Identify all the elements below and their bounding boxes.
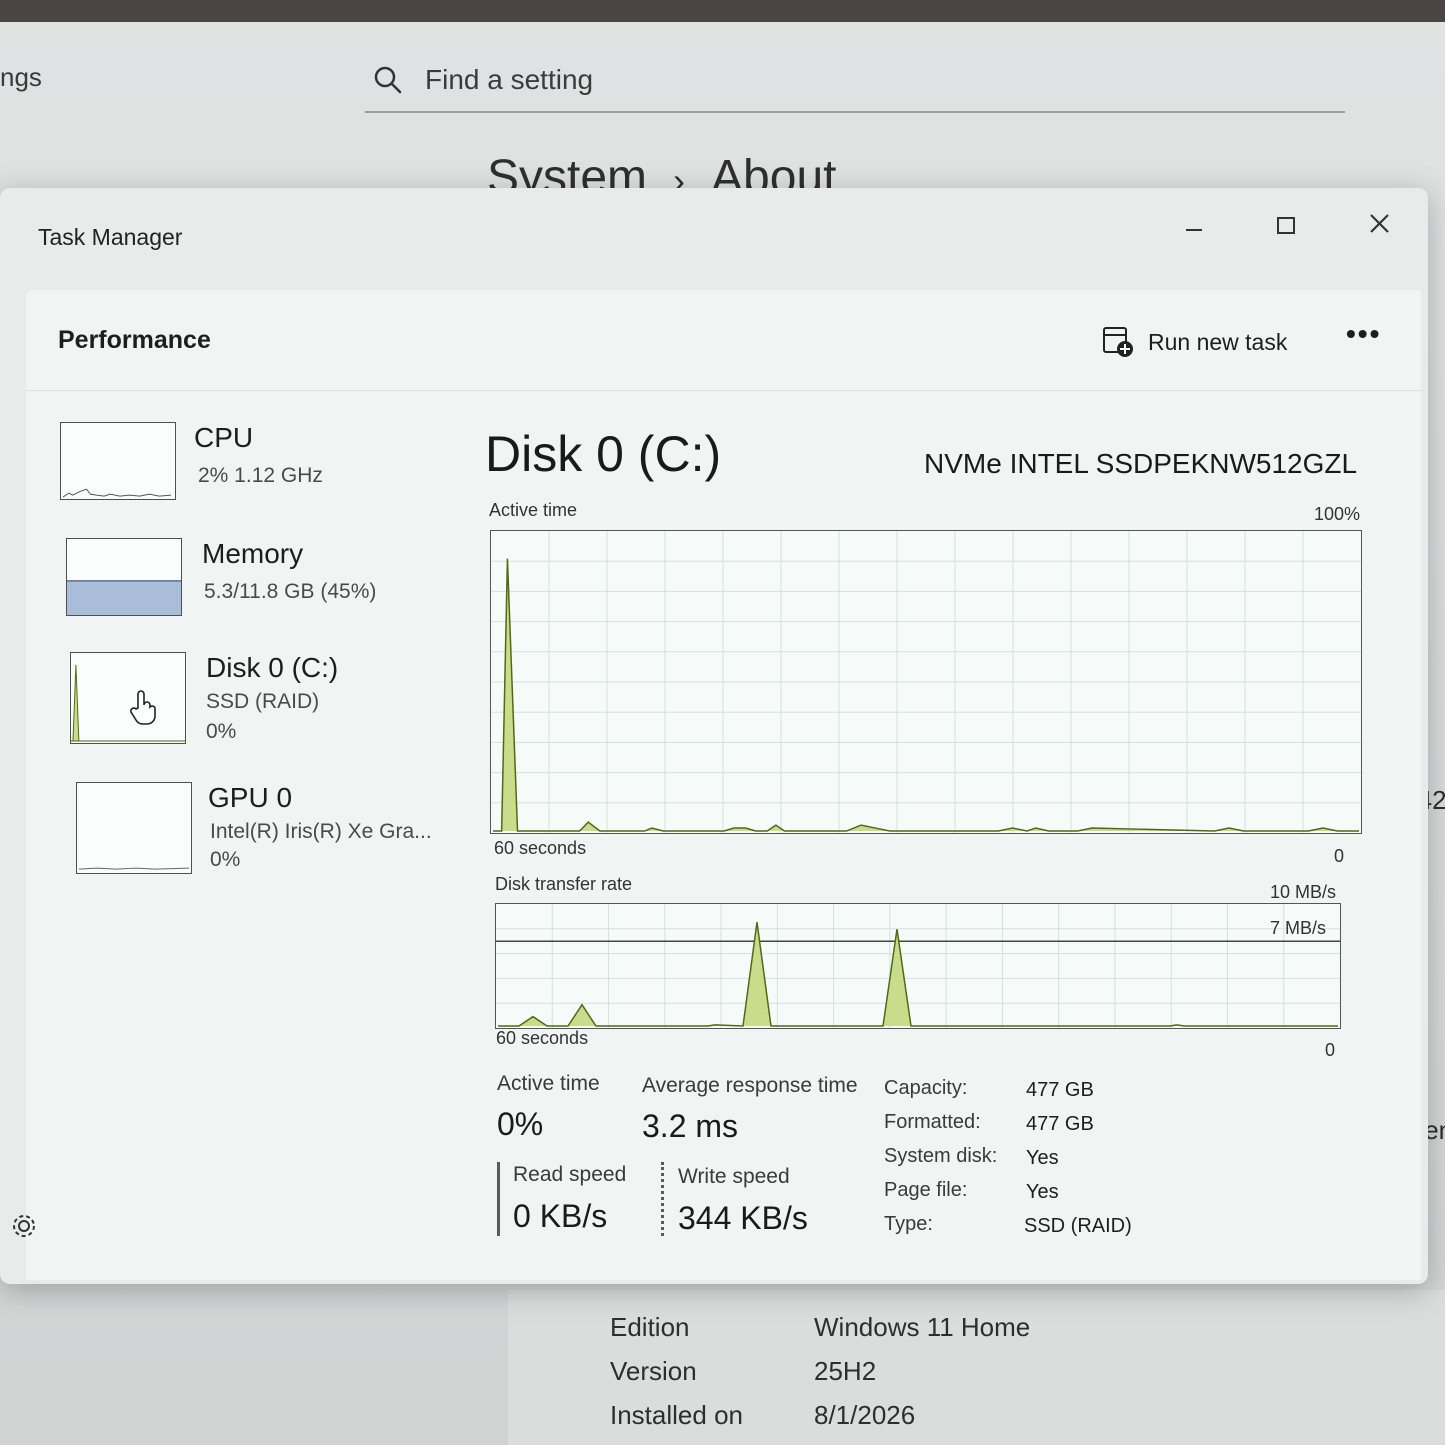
device-stat: 5.3/11.8 GB (45%) bbox=[204, 580, 377, 603]
cpu-thumbnail-graph bbox=[60, 422, 176, 500]
spec-value: Windows 11 Home bbox=[814, 1312, 1031, 1342]
capacity-label: Capacity: bbox=[884, 1077, 968, 1099]
windows-spec-table: Edition Windows 11 Home Version 25H2 Ins… bbox=[508, 1290, 1445, 1445]
page-file-value: Yes bbox=[1026, 1181, 1059, 1203]
more-options-button[interactable]: ••• bbox=[1346, 318, 1381, 350]
active-time-label: Active time bbox=[497, 1072, 600, 1095]
read-speed-indicator bbox=[497, 1162, 500, 1236]
header-divider bbox=[26, 390, 1421, 391]
read-speed-value: 0 KB/s bbox=[513, 1198, 608, 1234]
active-time-graph-duration: 60 seconds bbox=[494, 838, 587, 858]
minimize-icon[interactable] bbox=[1172, 202, 1216, 246]
search-icon bbox=[374, 66, 402, 94]
device-item-disk0[interactable]: Disk 0 (C:) SSD (RAID) 0% bbox=[70, 652, 470, 762]
gpu-thumbnail-graph bbox=[76, 782, 192, 874]
spec-label: Installed on bbox=[610, 1400, 743, 1430]
spec-row-edition: Edition Windows 11 Home bbox=[610, 1312, 1030, 1343]
avg-response-value: 3.2 ms bbox=[642, 1108, 739, 1144]
device-type: Intel(R) Iris(R) Xe Gra... bbox=[210, 820, 432, 843]
run-task-label: Run new task bbox=[1148, 328, 1288, 355]
spec-row-installed: Installed on 8/1/2026 bbox=[610, 1400, 915, 1431]
device-item-cpu[interactable]: CPU 2% 1.12 GHz bbox=[60, 422, 460, 532]
spec-label: Version bbox=[610, 1356, 697, 1386]
transfer-graph-label: Disk transfer rate bbox=[495, 874, 633, 894]
run-task-icon bbox=[1103, 327, 1133, 357]
search-input[interactable] bbox=[425, 61, 1305, 99]
formatted-value: 477 GB bbox=[1026, 1113, 1094, 1135]
device-type: SSD (RAID) bbox=[206, 690, 320, 713]
active-time-graph bbox=[490, 530, 1362, 834]
type-value: SSD (RAID) bbox=[1024, 1215, 1132, 1237]
transfer-graph-duration: 60 seconds bbox=[496, 1028, 589, 1048]
page-file-label: Page file: bbox=[884, 1179, 968, 1201]
system-disk-label: System disk: bbox=[884, 1145, 998, 1167]
transfer-rate-graph bbox=[495, 903, 1341, 1029]
device-item-gpu0[interactable]: GPU 0 Intel(R) Iris(R) Xe Gra... 0% bbox=[76, 782, 476, 892]
write-speed-indicator bbox=[661, 1162, 664, 1236]
window-title: Task Manager bbox=[38, 224, 183, 250]
read-speed-label: Read speed bbox=[513, 1163, 627, 1186]
disk-model: NVMe INTEL SSDPEKNW512GZL bbox=[924, 448, 1358, 479]
hand-cursor-icon bbox=[130, 690, 156, 725]
device-name: Disk 0 (C:) bbox=[206, 652, 339, 683]
disk-title: Disk 0 (C:) bbox=[485, 426, 722, 482]
series-line bbox=[492, 558, 1360, 832]
avg-response-label: Average response time bbox=[642, 1074, 858, 1097]
series-area bbox=[497, 922, 1339, 1027]
system-disk-value: Yes bbox=[1026, 1147, 1059, 1169]
device-name: GPU 0 bbox=[208, 782, 293, 813]
settings-app-title: ngs bbox=[0, 62, 42, 92]
settings-search[interactable] bbox=[365, 55, 1345, 113]
transfer-graph-min: 0 bbox=[1325, 1040, 1336, 1060]
spec-value: 25H2 bbox=[814, 1356, 877, 1386]
memory-thumbnail-graph bbox=[66, 538, 182, 616]
device-stat: 0% bbox=[210, 848, 241, 871]
spec-row-version: Version 25H2 bbox=[610, 1356, 876, 1387]
screen-bezel bbox=[0, 0, 1445, 22]
close-icon[interactable] bbox=[1358, 202, 1402, 246]
write-speed-label: Write speed bbox=[678, 1165, 790, 1188]
series-line bbox=[497, 922, 1339, 1027]
write-speed-value: 344 KB/s bbox=[678, 1200, 808, 1236]
formatted-label: Formatted: bbox=[884, 1111, 981, 1133]
type-label: Type: bbox=[884, 1213, 933, 1235]
transfer-graph-marker: 7 MB/s bbox=[1270, 918, 1327, 938]
active-time-value: 0% bbox=[497, 1106, 544, 1142]
run-new-task-button[interactable]: Run new task bbox=[1102, 322, 1287, 362]
settings-gear-icon[interactable] bbox=[10, 1212, 38, 1240]
transfer-graph-max: 10 MB/s bbox=[1270, 882, 1337, 902]
page-title: Performance bbox=[58, 326, 211, 354]
device-stat: 0% bbox=[206, 720, 237, 743]
spec-value: 8/1/2026 bbox=[814, 1400, 916, 1430]
device-stat: 2% 1.12 GHz bbox=[198, 464, 323, 487]
spec-label: Edition bbox=[610, 1312, 690, 1342]
series-area bbox=[492, 558, 1360, 832]
capacity-value: 477 GB bbox=[1026, 1079, 1094, 1101]
active-time-graph-min: 0 bbox=[1334, 846, 1345, 866]
active-time-graph-max: 100% bbox=[1314, 504, 1361, 524]
device-name: CPU bbox=[194, 422, 254, 453]
maximize-icon[interactable] bbox=[1264, 202, 1308, 246]
device-item-memory[interactable]: Memory 5.3/11.8 GB (45%) bbox=[66, 538, 466, 648]
active-time-graph-label: Active time bbox=[489, 500, 578, 520]
device-name: Memory bbox=[202, 538, 304, 569]
